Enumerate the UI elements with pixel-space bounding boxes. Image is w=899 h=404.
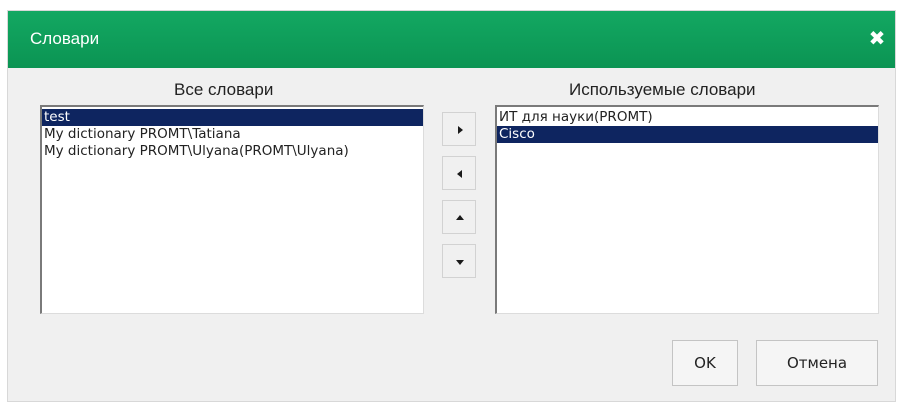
close-icon[interactable]: ✖ [865, 26, 889, 50]
dialog-title: Словари [30, 29, 100, 48]
move-up-button[interactable] [442, 200, 476, 234]
cancel-button[interactable]: Отмена [756, 340, 878, 386]
list-item[interactable]: My dictionary PROMT\Tatiana [42, 126, 423, 143]
arrow-right-icon [458, 126, 463, 134]
dialog-titlebar: Словари ✖ [8, 11, 895, 68]
list-item[interactable]: ИТ для науки(PROMT) [497, 109, 878, 126]
ok-button[interactable]: OK [672, 340, 738, 386]
move-down-button[interactable] [442, 244, 476, 278]
dictionaries-dialog: Словари ✖ Все словари test My dictionary… [7, 10, 896, 402]
list-item[interactable]: test [42, 109, 423, 126]
list-item[interactable]: My dictionary PROMT\Ulyana(PROMT\Ulyana) [42, 143, 423, 160]
arrow-up-icon [456, 215, 464, 220]
all-dictionaries-label: Все словари [174, 80, 274, 99]
used-dictionaries-label: Используемые словари [569, 80, 756, 99]
used-dictionaries-list[interactable]: ИТ для науки(PROMT) Cisco [495, 105, 879, 314]
add-dictionary-button[interactable] [442, 112, 476, 146]
list-item[interactable]: Cisco [497, 126, 878, 143]
remove-dictionary-button[interactable] [442, 156, 476, 190]
all-dictionaries-list[interactable]: test My dictionary PROMT\Tatiana My dict… [40, 105, 424, 314]
arrow-down-icon [456, 260, 464, 265]
arrow-left-icon [457, 170, 462, 178]
